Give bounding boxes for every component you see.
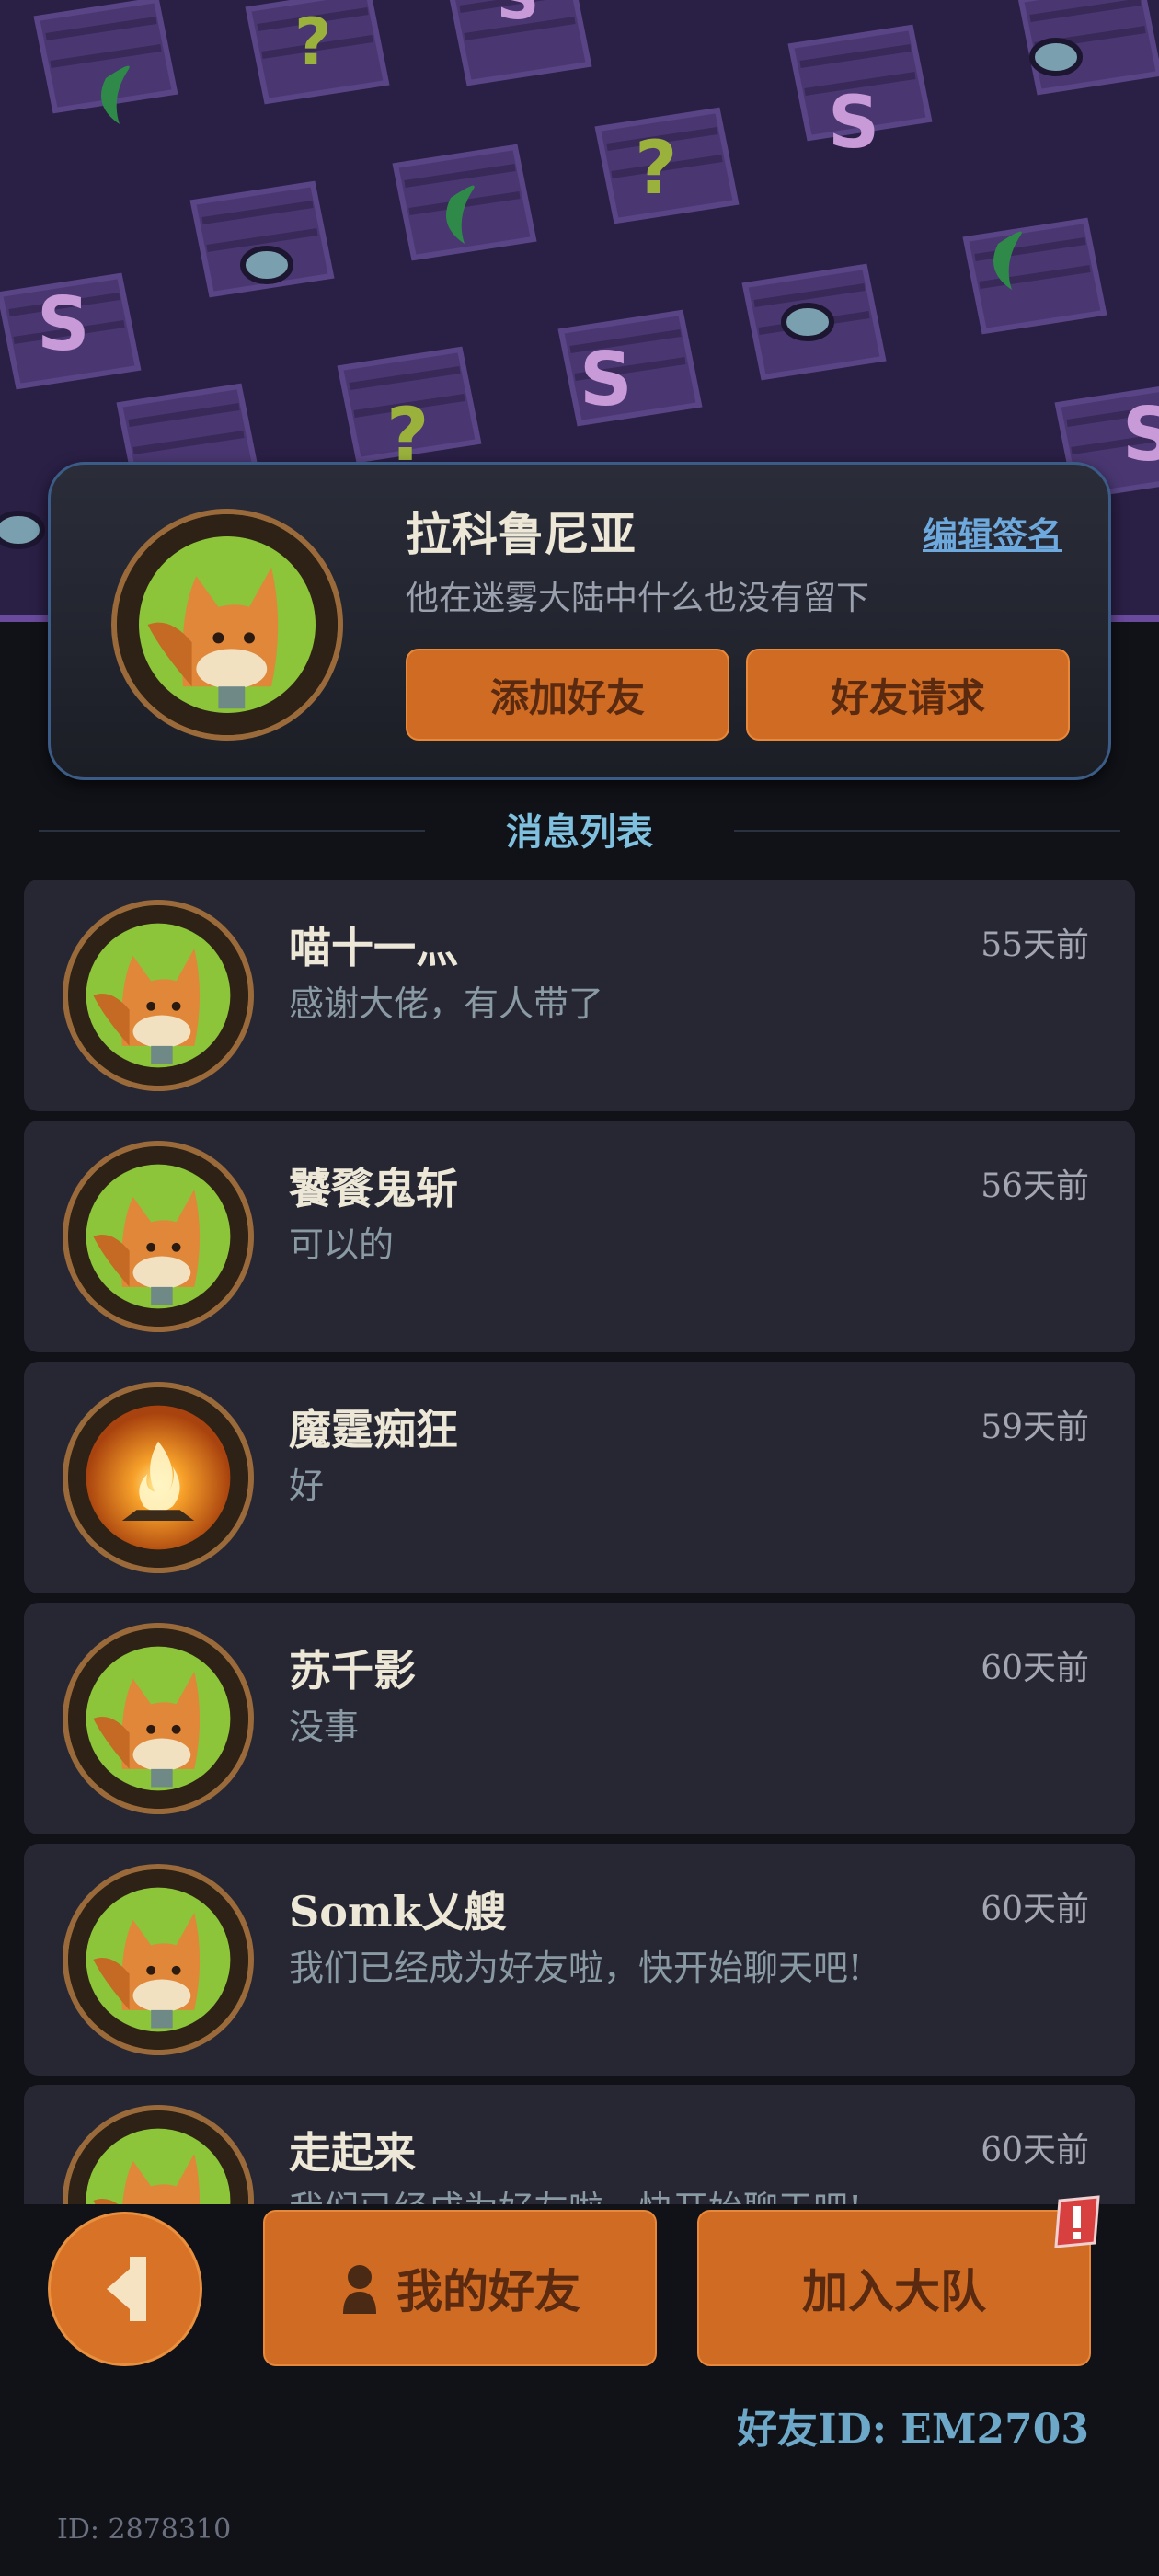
my-friends-button[interactable]: 我的好友 bbox=[263, 2210, 657, 2366]
message-sender: 走起来 bbox=[289, 2128, 416, 2178]
svg-text:?: ? bbox=[635, 125, 677, 211]
message-item[interactable]: 饕餮鬼斩 56天前 可以的 bbox=[24, 1121, 1135, 1352]
edit-signature-link[interactable]: 编辑签名 bbox=[923, 507, 1062, 558]
friend-id: 好友ID: EM2703 bbox=[736, 2406, 1089, 2453]
message-item[interactable]: 喵十一灬 55天前 感谢大佬，有人带了 bbox=[24, 880, 1135, 1111]
message-item[interactable]: Somk乂艘 60天前 我们已经成为好友啦，快开始聊天吧! bbox=[24, 1844, 1135, 2076]
message-time: 56天前 bbox=[981, 1167, 1089, 1205]
message-time: 60天前 bbox=[981, 2132, 1089, 2169]
fox-avatar-icon bbox=[117, 514, 338, 735]
fox-avatar-icon bbox=[68, 2110, 248, 2204]
message-preview: 可以的 bbox=[289, 1225, 395, 1265]
message-preview: 好 bbox=[289, 1466, 325, 1506]
profile-signature: 他在迷雾大陆中什么也没有留下 bbox=[406, 580, 870, 617]
message-sender: 苏千影 bbox=[289, 1646, 416, 1696]
profile-name: 拉科鲁尼亚 bbox=[406, 507, 636, 561]
section-title: 消息列表 bbox=[506, 811, 653, 854]
message-avatar bbox=[63, 1382, 254, 1573]
my-friends-label: 我的好友 bbox=[396, 2264, 580, 2318]
svg-text:?: ? bbox=[294, 5, 332, 80]
message-sender: 魔霆痴狂 bbox=[289, 1405, 458, 1455]
add-friend-button[interactable]: 添加好友 bbox=[406, 649, 729, 741]
message-avatar bbox=[63, 900, 254, 1091]
fox-avatar-icon bbox=[68, 905, 248, 1086]
fox-avatar-icon bbox=[68, 1869, 248, 2050]
profile-card: 拉科鲁尼亚 编辑签名 他在迷雾大陆中什么也没有留下 添加好友 好友请求 bbox=[48, 462, 1111, 780]
svg-text:S: S bbox=[497, 0, 539, 33]
message-sender: 喵十一灬 bbox=[289, 923, 458, 972]
message-avatar bbox=[63, 2105, 254, 2204]
message-item[interactable]: 苏千影 60天前 没事 bbox=[24, 1603, 1135, 1834]
fox-avatar-icon bbox=[68, 1146, 248, 1327]
svg-text:S: S bbox=[1122, 392, 1159, 477]
message-preview: 我们已经成为好友啦，快开始聊天吧! bbox=[289, 2184, 951, 2204]
message-time: 59天前 bbox=[981, 1409, 1089, 1446]
back-button[interactable] bbox=[48, 2212, 202, 2366]
fox-avatar-icon bbox=[68, 1628, 248, 1809]
svg-text:S: S bbox=[37, 282, 90, 367]
message-list[interactable]: 喵十一灬 55天前 感谢大佬，有人带了 饕餮鬼斩 56天前 可以的 魔霆痴狂 5… bbox=[24, 880, 1135, 2204]
fire-avatar-icon bbox=[68, 1387, 248, 1568]
message-avatar bbox=[63, 1623, 254, 1814]
message-preview: 没事 bbox=[289, 1707, 360, 1747]
svg-text:S: S bbox=[580, 337, 633, 422]
section-divider-right bbox=[734, 830, 1120, 832]
back-arrow-icon bbox=[107, 2257, 146, 2321]
message-time: 60天前 bbox=[981, 1891, 1089, 1928]
message-avatar bbox=[63, 1141, 254, 1332]
join-team-button[interactable]: 加入大队 bbox=[697, 2210, 1091, 2366]
message-sender: Somk乂艘 bbox=[289, 1887, 507, 1937]
user-id: ID: 2878310 bbox=[57, 2513, 232, 2546]
exclamation-badge-icon bbox=[1054, 2195, 1100, 2248]
join-team-label: 加入大队 bbox=[802, 2264, 986, 2318]
friend-request-button[interactable]: 好友请求 bbox=[746, 649, 1070, 741]
message-time: 60天前 bbox=[981, 1650, 1089, 1687]
person-icon bbox=[343, 2265, 376, 2314]
message-time: 55天前 bbox=[981, 926, 1089, 964]
svg-text:S: S bbox=[828, 82, 879, 165]
profile-avatar[interactable] bbox=[111, 509, 343, 741]
message-item[interactable]: 魔霆痴狂 59天前 好 bbox=[24, 1362, 1135, 1593]
message-preview: 感谢大佬，有人带了 bbox=[289, 983, 604, 1024]
message-avatar bbox=[63, 1864, 254, 2055]
message-preview: 我们已经成为好友啦，快开始聊天吧! bbox=[289, 1948, 863, 1988]
message-sender: 饕餮鬼斩 bbox=[289, 1164, 458, 1213]
message-item[interactable]: 走起来 60天前 我们已经成为好友啦，快开始聊天吧! bbox=[24, 2085, 1135, 2204]
